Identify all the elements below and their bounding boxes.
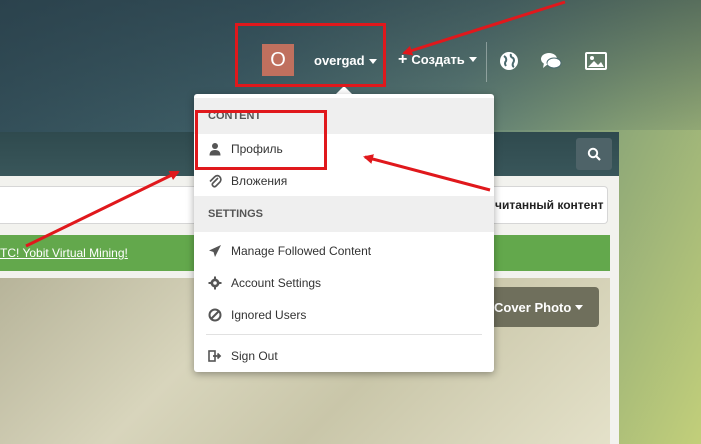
annotation-box-user bbox=[235, 23, 386, 87]
nav-divider bbox=[486, 42, 487, 82]
cover-photo-button[interactable]: Cover Photo bbox=[484, 287, 599, 327]
ban-icon bbox=[208, 308, 222, 322]
paperclip-icon bbox=[209, 174, 222, 188]
menu-item-label: Вложения bbox=[231, 174, 288, 188]
annotation-box-profile bbox=[195, 110, 327, 170]
chevron-down-icon bbox=[468, 57, 477, 62]
menu-item-label: Sign Out bbox=[231, 349, 278, 363]
tab-unread-content[interactable]: читанный контент bbox=[495, 198, 603, 212]
create-button[interactable]: + Создать bbox=[398, 50, 477, 68]
dropdown-arrow bbox=[336, 86, 352, 94]
search-icon bbox=[587, 147, 601, 161]
plus-icon: + bbox=[398, 50, 408, 68]
create-label: Создать bbox=[411, 52, 465, 67]
menu-item-followed-content[interactable]: Manage Followed Content bbox=[194, 237, 494, 265]
menu-item-label: Ignored Users bbox=[231, 308, 307, 322]
menu-item-attachments[interactable]: Вложения bbox=[194, 167, 494, 195]
sign-out-icon bbox=[208, 350, 222, 362]
chevron-down-icon bbox=[575, 304, 584, 310]
image-icon[interactable] bbox=[585, 50, 607, 72]
announcement-link[interactable]: TC! Yobit Virtual Mining! bbox=[0, 246, 128, 260]
menu-divider bbox=[206, 334, 482, 335]
chat-icon[interactable] bbox=[540, 50, 562, 72]
cover-photo-label: Cover Photo bbox=[494, 299, 572, 315]
globe-icon[interactable] bbox=[498, 50, 520, 72]
menu-item-ignored-users[interactable]: Ignored Users bbox=[194, 301, 494, 329]
menu-item-sign-out[interactable]: Sign Out bbox=[194, 342, 494, 370]
search-button[interactable] bbox=[576, 138, 612, 170]
paper-plane-icon bbox=[209, 245, 221, 257]
menu-item-label: Account Settings bbox=[231, 276, 322, 290]
gear-icon bbox=[208, 276, 222, 290]
menu-item-account-settings[interactable]: Account Settings bbox=[194, 269, 494, 297]
menu-item-label: Manage Followed Content bbox=[231, 244, 372, 258]
section-heading-settings: SETTINGS bbox=[194, 196, 494, 232]
